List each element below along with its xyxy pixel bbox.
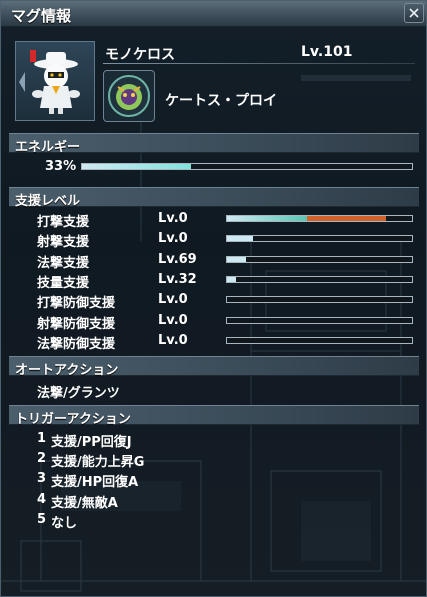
support-stat-level: Lv.0	[158, 332, 188, 348]
mag-figure-icon	[32, 52, 80, 114]
energy-percent: 33%	[45, 159, 77, 174]
mag-info-window: マグ情報 モノケロス Lv.101 ケートス・プロイ エネルギー 33% 支援レ…	[0, 0, 427, 597]
support-stat-bar-overflow	[306, 216, 387, 221]
support-stat-level: Lv.0	[158, 292, 188, 308]
support-stat-name: 技量支援	[37, 275, 90, 291]
photon-blast-icon	[108, 75, 150, 117]
photon-blast-name: ケートス・プロイ	[165, 93, 277, 109]
mag-portrait[interactable]	[15, 41, 95, 121]
trigger-action-text: 支援/無敵A	[51, 495, 118, 511]
auto-action-section-header: オートアクション	[9, 356, 419, 378]
support-stat-bar-fill	[227, 216, 307, 221]
support-stat-bar-fill	[227, 276, 237, 282]
support-section-header: 支援レベル	[9, 187, 419, 209]
mag-name: モノケロス	[105, 47, 175, 63]
support-stat-bar	[226, 215, 413, 222]
close-icon	[409, 8, 419, 18]
support-stat-level: Lv.69	[158, 251, 197, 267]
window-title: マグ情報	[11, 7, 72, 25]
support-stat-name: 射撃防御支援	[37, 316, 116, 332]
support-stat-level: Lv.0	[158, 211, 188, 226]
trigger-action-text: 支援/能力上昇G	[51, 455, 145, 471]
support-stat-bar	[226, 296, 413, 304]
trigger-action-number: 3	[37, 471, 47, 487]
trigger-action-number: 2	[37, 451, 47, 467]
energy-bar	[81, 163, 413, 170]
trigger-action-number: 1	[37, 431, 47, 446]
title-bar[interactable]: マグ情報	[1, 1, 426, 27]
trigger-action-text: なし	[51, 515, 78, 531]
trigger-action-header-label: トリガーアクション	[15, 412, 131, 427]
trigger-action-text: 支援/HP回復A	[51, 475, 139, 491]
support-stat-name: 打撃防御支援	[37, 296, 116, 312]
mag-level: Lv.101	[301, 44, 353, 60]
support-stat-bar	[226, 316, 413, 324]
mag-header-divider	[103, 63, 415, 64]
support-stat-bar	[226, 255, 413, 263]
trigger-action-number: 5	[37, 511, 47, 527]
energy-bar-fill	[82, 164, 191, 169]
support-stat-name: 打撃支援	[37, 215, 90, 230]
support-stat-name: 射撃支援	[37, 235, 90, 251]
support-stat-level: Lv.32	[158, 271, 197, 287]
auto-action-header-label: オートアクション	[15, 363, 119, 378]
energy-section-header: エネルギー	[9, 133, 419, 155]
photon-blast-icon-frame[interactable]	[103, 70, 155, 122]
auto-action-value: 法撃/グランツ	[37, 386, 120, 401]
energy-header-label: エネルギー	[15, 140, 81, 155]
support-stat-bar	[226, 336, 413, 344]
trigger-action-number: 4	[37, 491, 47, 507]
support-stat-bar-fill	[227, 236, 253, 242]
support-stat-name: 法撃支援	[37, 255, 90, 271]
support-stat-bar	[226, 275, 413, 283]
close-button[interactable]	[404, 3, 424, 23]
support-header-label: 支援レベル	[15, 194, 81, 209]
support-stat-bar-fill	[227, 256, 246, 262]
trigger-action-section-header: トリガーアクション	[9, 405, 419, 427]
support-stat-level: Lv.0	[158, 312, 188, 328]
support-stat-level: Lv.0	[158, 231, 188, 247]
support-stat-bar	[226, 235, 413, 243]
support-stat-name: 法撃防御支援	[37, 336, 116, 352]
trigger-action-text: 支援/PP回復J	[51, 435, 132, 450]
